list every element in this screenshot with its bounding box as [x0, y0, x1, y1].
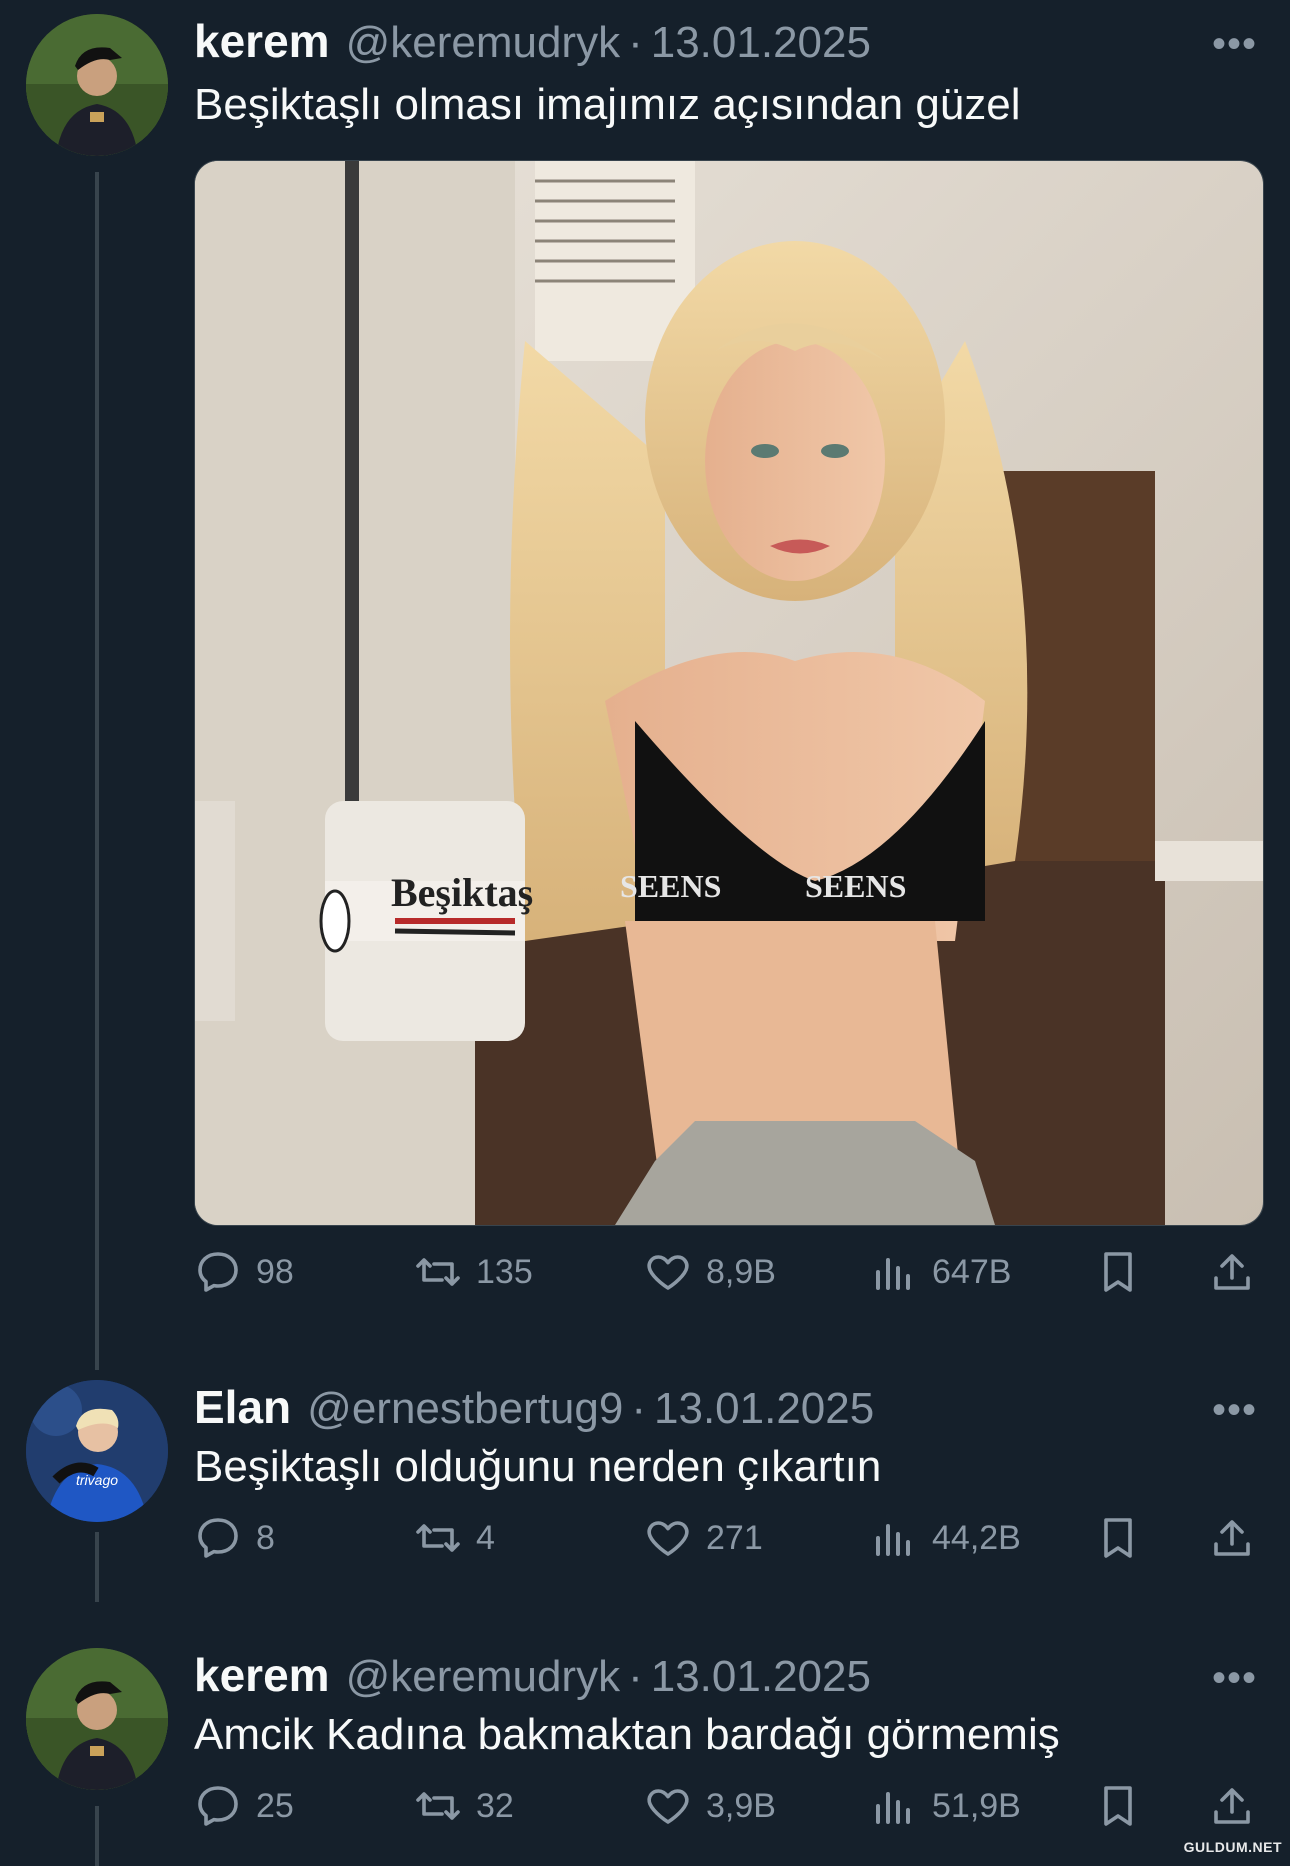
- separator-dot: ·: [628, 18, 643, 67]
- share-icon: [1214, 1520, 1250, 1556]
- thread-line: [95, 1806, 99, 1866]
- bookmark-icon: [1104, 1786, 1132, 1826]
- display-name[interactable]: kerem: [194, 14, 330, 68]
- retweet-icon: [416, 1792, 460, 1820]
- share-button[interactable]: [1208, 1248, 1256, 1296]
- reply-icon: [198, 1518, 238, 1558]
- retweet-icon: [416, 1258, 460, 1286]
- tweet-2[interactable]: trivago Elan @ernestbertug9 · 13.01.2025…: [0, 1360, 1290, 1630]
- analytics-icon: [876, 1524, 910, 1556]
- reply-button[interactable]: 25: [194, 1782, 294, 1830]
- bookmark-button[interactable]: [1094, 1248, 1142, 1296]
- reply-count: 98: [256, 1252, 294, 1291]
- like-button[interactable]: 8,9B: [644, 1248, 776, 1296]
- like-count: 8,9B: [706, 1252, 776, 1291]
- more-icon[interactable]: •••: [1212, 1388, 1257, 1433]
- views-button[interactable]: 647B: [870, 1248, 1011, 1296]
- display-name[interactable]: Elan: [194, 1380, 291, 1434]
- separator-dot: ·: [631, 1384, 646, 1433]
- bra-text: SEENS: [620, 868, 721, 904]
- tweet-3[interactable]: kerem @keremudryk · 13.01.2025 ••• Amcik…: [0, 1630, 1290, 1866]
- tweet-text: Beşiktaşlı olduğunu nerden çıkartın: [194, 1442, 882, 1491]
- mug-text: Beşiktaş: [391, 870, 533, 915]
- reply-icon: [198, 1252, 238, 1292]
- like-button[interactable]: 3,9B: [644, 1782, 776, 1830]
- share-icon: [1214, 1254, 1250, 1290]
- share-button[interactable]: [1208, 1782, 1256, 1830]
- bookmark-icon: [1104, 1252, 1132, 1292]
- bra-text-2: SEENS: [805, 868, 906, 904]
- retweet-count: 135: [476, 1252, 533, 1291]
- analytics-icon: [876, 1792, 910, 1824]
- tweet-text: Amcik Kadına bakmaktan bardağı görmemiş: [194, 1710, 1060, 1759]
- analytics-icon: [876, 1258, 910, 1290]
- thread-line: [95, 1532, 99, 1602]
- views-count: 51,9B: [932, 1786, 1021, 1825]
- timestamp[interactable]: 13.01.2025: [651, 1652, 871, 1702]
- like-count: 271: [706, 1518, 763, 1557]
- bookmark-button[interactable]: [1094, 1782, 1142, 1830]
- tweet-actions: 8 4 271 44,2B: [194, 1514, 1262, 1574]
- watermark: GULDUM.NET: [1183, 1839, 1282, 1855]
- views-count: 647B: [932, 1252, 1012, 1291]
- display-name[interactable]: kerem: [194, 1648, 330, 1702]
- bookmark-button[interactable]: [1094, 1514, 1142, 1562]
- heart-icon: [647, 1521, 689, 1556]
- retweet-button[interactable]: 32: [414, 1782, 514, 1830]
- reply-button[interactable]: 8: [194, 1514, 275, 1562]
- tweet-text: Beşiktaşlı olması imajımız açısından güz…: [194, 80, 1021, 129]
- handle[interactable]: @keremudryk: [346, 18, 621, 68]
- heart-icon: [647, 1255, 689, 1290]
- reply-count: 25: [256, 1786, 294, 1825]
- tweet-header: kerem @keremudryk · 13.01.2025: [194, 14, 871, 68]
- retweet-button[interactable]: 4: [414, 1514, 495, 1562]
- thread-line: [95, 172, 99, 1370]
- avatar-badge: trivago: [76, 1472, 119, 1488]
- separator-dot: ·: [628, 1652, 643, 1701]
- like-button[interactable]: 271: [644, 1514, 763, 1562]
- reply-button[interactable]: 98: [194, 1248, 294, 1296]
- heart-icon: [647, 1789, 689, 1824]
- reply-icon: [198, 1786, 238, 1826]
- tweet-actions: 25 32 3,9B 51,9B: [194, 1782, 1262, 1842]
- share-icon: [1214, 1788, 1250, 1824]
- like-count: 3,9B: [706, 1786, 776, 1825]
- timestamp[interactable]: 13.01.2025: [654, 1384, 874, 1434]
- tweet-header: Elan @ernestbertug9 · 13.01.2025: [194, 1380, 874, 1434]
- views-button[interactable]: 44,2B: [870, 1514, 1021, 1562]
- avatar[interactable]: [26, 14, 168, 156]
- more-icon[interactable]: •••: [1212, 22, 1257, 67]
- views-count: 44,2B: [932, 1518, 1021, 1557]
- views-button[interactable]: 51,9B: [870, 1782, 1021, 1830]
- retweet-count: 32: [476, 1786, 514, 1825]
- handle[interactable]: @ernestbertug9: [307, 1384, 623, 1434]
- avatar[interactable]: trivago: [26, 1380, 168, 1522]
- tweet-header: kerem @keremudryk · 13.01.2025: [194, 1648, 871, 1702]
- bookmark-icon: [1104, 1518, 1132, 1558]
- tweet-actions: 98 135 8,9B 647B: [194, 1248, 1262, 1308]
- tweet-1[interactable]: kerem @keremudryk · 13.01.2025 ••• Beşik…: [0, 0, 1290, 1370]
- retweet-icon: [416, 1524, 460, 1552]
- more-icon[interactable]: •••: [1212, 1656, 1257, 1701]
- reply-count: 8: [256, 1518, 275, 1557]
- handle[interactable]: @keremudryk: [346, 1652, 621, 1702]
- tweet-photo[interactable]: SEENS SEENS Beşiktaş: [194, 160, 1264, 1226]
- share-button[interactable]: [1208, 1514, 1256, 1562]
- avatar[interactable]: [26, 1648, 168, 1790]
- timestamp[interactable]: 13.01.2025: [651, 18, 871, 68]
- retweet-button[interactable]: 135: [414, 1248, 533, 1296]
- retweet-count: 4: [476, 1518, 495, 1557]
